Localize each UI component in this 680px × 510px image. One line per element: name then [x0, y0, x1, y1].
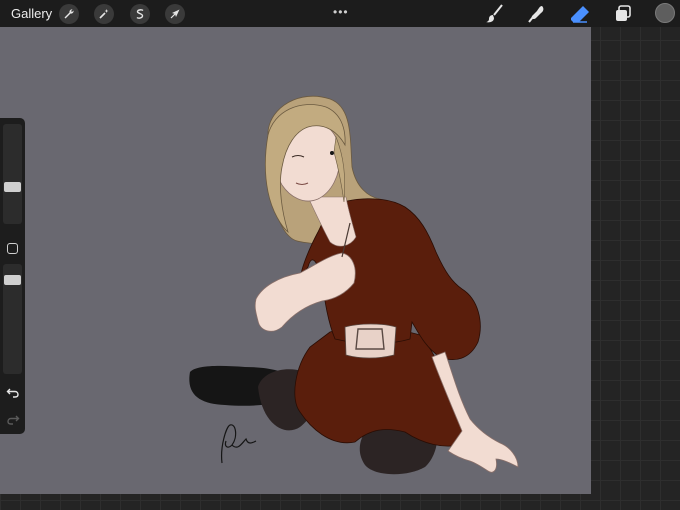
layers-icon	[616, 5, 631, 21]
opacity-thumb[interactable]	[4, 275, 21, 285]
magic-wand-icon	[99, 9, 109, 19]
top-toolbar: Gallery •••	[0, 0, 680, 27]
layers-button[interactable]	[612, 3, 634, 25]
left-sidebar	[0, 118, 25, 434]
undo-arrow-icon	[6, 388, 19, 398]
wrench-icon	[64, 9, 74, 19]
undo-button[interactable]	[6, 385, 20, 399]
drawing-canvas[interactable]	[0, 27, 591, 494]
eraser-icon	[571, 6, 589, 23]
selection-s-icon	[136, 9, 144, 19]
adjustments-button[interactable]	[94, 4, 114, 24]
redo-button[interactable]	[6, 412, 20, 426]
more-options-button[interactable]: •••	[333, 5, 349, 19]
modify-button[interactable]	[7, 243, 18, 254]
gallery-button[interactable]: Gallery	[11, 6, 52, 21]
brush-size-thumb[interactable]	[4, 182, 21, 192]
color-picker-button[interactable]	[655, 3, 675, 23]
smudge-tool-button[interactable]	[526, 3, 548, 25]
brush-tool-button[interactable]	[483, 3, 505, 25]
brush-icon	[486, 4, 503, 23]
redo-arrow-icon	[7, 415, 20, 425]
selection-button[interactable]	[130, 4, 150, 24]
opacity-slider[interactable]	[3, 264, 22, 374]
smudge-icon	[528, 6, 544, 23]
brush-size-slider[interactable]	[3, 124, 22, 224]
arrow-cursor-icon	[170, 9, 180, 19]
eraser-tool-button[interactable]	[569, 3, 591, 25]
artwork-illustration	[189, 95, 519, 475]
transform-button[interactable]	[165, 4, 185, 24]
actions-button[interactable]	[59, 4, 79, 24]
